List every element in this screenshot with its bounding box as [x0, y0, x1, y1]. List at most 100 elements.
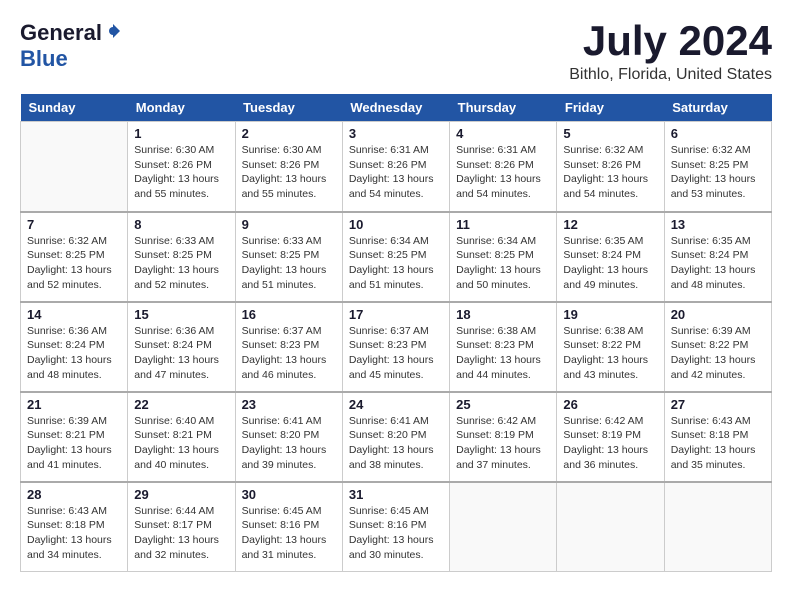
- calendar-cell: [557, 482, 664, 572]
- day-number: 28: [27, 487, 121, 502]
- day-info: Sunrise: 6:35 AM Sunset: 8:24 PM Dayligh…: [563, 234, 657, 293]
- calendar-cell: 31 Sunrise: 6:45 AM Sunset: 8:16 PM Dayli…: [342, 482, 449, 572]
- day-info: Sunrise: 6:31 AM Sunset: 8:26 PM Dayligh…: [349, 143, 443, 202]
- day-info: Sunrise: 6:34 AM Sunset: 8:25 PM Dayligh…: [456, 234, 550, 293]
- day-number: 14: [27, 307, 121, 322]
- day-info: Sunrise: 6:40 AM Sunset: 8:21 PM Dayligh…: [134, 414, 228, 473]
- calendar-cell: 13 Sunrise: 6:35 AM Sunset: 8:24 PM Dayli…: [664, 212, 771, 302]
- day-number: 15: [134, 307, 228, 322]
- day-info: Sunrise: 6:31 AM Sunset: 8:26 PM Dayligh…: [456, 143, 550, 202]
- day-info: Sunrise: 6:33 AM Sunset: 8:25 PM Dayligh…: [242, 234, 336, 293]
- calendar-cell: 22 Sunrise: 6:40 AM Sunset: 8:21 PM Dayli…: [128, 392, 235, 482]
- day-info: Sunrise: 6:36 AM Sunset: 8:24 PM Dayligh…: [27, 324, 121, 383]
- calendar-cell: 10Sunrise: 6:34 AM Sunset: 8:25 PM Dayli…: [342, 212, 449, 302]
- calendar-day-header: Sunday: [21, 94, 128, 122]
- day-number: 23: [242, 397, 336, 412]
- page-header: General Blue July 2024 Bithlo, Florida, …: [20, 20, 772, 84]
- calendar-cell: 19 Sunrise: 6:38 AM Sunset: 8:22 PM Dayli…: [557, 302, 664, 392]
- day-number: 29: [134, 487, 228, 502]
- day-info: Sunrise: 6:32 AM Sunset: 8:26 PM Dayligh…: [563, 143, 657, 202]
- calendar-day-header: Saturday: [664, 94, 771, 122]
- calendar-cell: 27Sunrise: 6:43 AM Sunset: 8:18 PM Dayli…: [664, 392, 771, 482]
- day-number: 25: [456, 397, 550, 412]
- day-number: 16: [242, 307, 336, 322]
- day-info: Sunrise: 6:35 AM Sunset: 8:24 PM Dayligh…: [671, 234, 765, 293]
- day-info: Sunrise: 6:39 AM Sunset: 8:21 PM Dayligh…: [27, 414, 121, 473]
- day-info: Sunrise: 6:32 AM Sunset: 8:25 PM Dayligh…: [671, 143, 765, 202]
- day-info: Sunrise: 6:42 AM Sunset: 8:19 PM Dayligh…: [456, 414, 550, 473]
- calendar-day-header: Thursday: [450, 94, 557, 122]
- location-text: Bithlo, Florida, United States: [569, 66, 772, 84]
- calendar-cell: 17 Sunrise: 6:37 AM Sunset: 8:23 PM Dayli…: [342, 302, 449, 392]
- calendar-cell: 15 Sunrise: 6:36 AM Sunset: 8:24 PM Dayli…: [128, 302, 235, 392]
- day-info: Sunrise: 6:38 AM Sunset: 8:22 PM Dayligh…: [563, 324, 657, 383]
- calendar-day-header: Tuesday: [235, 94, 342, 122]
- calendar-cell: 6 Sunrise: 6:32 AM Sunset: 8:25 PM Daylig…: [664, 122, 771, 212]
- calendar-cell: 20Sunrise: 6:39 AM Sunset: 8:22 PM Dayli…: [664, 302, 771, 392]
- calendar-cell: 28 Sunrise: 6:43 AM Sunset: 8:18 PM Dayli…: [21, 482, 128, 572]
- logo-blue: Blue: [20, 46, 68, 71]
- day-number: 18: [456, 307, 550, 322]
- calendar-table: SundayMondayTuesdayWednesdayThursdayFrid…: [20, 94, 772, 572]
- title-block: July 2024 Bithlo, Florida, United States: [569, 20, 772, 84]
- day-info: Sunrise: 6:41 AM Sunset: 8:20 PM Dayligh…: [349, 414, 443, 473]
- calendar-cell: 5 Sunrise: 6:32 AM Sunset: 8:26 PM Daylig…: [557, 122, 664, 212]
- calendar-cell: 2 Sunrise: 6:30 AM Sunset: 8:26 PM Daylig…: [235, 122, 342, 212]
- calendar-cell: 21 Sunrise: 6:39 AM Sunset: 8:21 PM Dayli…: [21, 392, 128, 482]
- day-info: Sunrise: 6:30 AM Sunset: 8:26 PM Dayligh…: [242, 143, 336, 202]
- day-number: 20: [671, 307, 765, 322]
- calendar-cell: 1 Sunrise: 6:30 AM Sunset: 8:26 PM Daylig…: [128, 122, 235, 212]
- month-year-title: July 2024: [569, 20, 772, 62]
- calendar-cell: 26Sunrise: 6:42 AM Sunset: 8:19 PM Dayli…: [557, 392, 664, 482]
- logo-icon: [104, 22, 122, 40]
- day-number: 9: [242, 217, 336, 232]
- day-info: Sunrise: 6:44 AM Sunset: 8:17 PM Dayligh…: [134, 504, 228, 563]
- day-number: 6: [671, 126, 765, 141]
- calendar-week-row: 28 Sunrise: 6:43 AM Sunset: 8:18 PM Dayli…: [21, 482, 772, 572]
- day-number: 5: [563, 126, 657, 141]
- day-info: Sunrise: 6:45 AM Sunset: 8:16 PM Dayligh…: [242, 504, 336, 563]
- day-info: Sunrise: 6:38 AM Sunset: 8:23 PM Dayligh…: [456, 324, 550, 383]
- day-number: 19: [563, 307, 657, 322]
- calendar-cell: 7 Sunrise: 6:32 AM Sunset: 8:25 PM Daylig…: [21, 212, 128, 302]
- day-number: 11: [456, 217, 550, 232]
- day-number: 31: [349, 487, 443, 502]
- day-info: Sunrise: 6:42 AM Sunset: 8:19 PM Dayligh…: [563, 414, 657, 473]
- day-number: 1: [134, 126, 228, 141]
- day-info: Sunrise: 6:36 AM Sunset: 8:24 PM Dayligh…: [134, 324, 228, 383]
- calendar-cell: 23 Sunrise: 6:41 AM Sunset: 8:20 PM Dayli…: [235, 392, 342, 482]
- day-info: Sunrise: 6:45 AM Sunset: 8:16 PM Dayligh…: [349, 504, 443, 563]
- day-info: Sunrise: 6:43 AM Sunset: 8:18 PM Dayligh…: [671, 414, 765, 473]
- calendar-cell: 9 Sunrise: 6:33 AM Sunset: 8:25 PM Daylig…: [235, 212, 342, 302]
- day-number: 12: [563, 217, 657, 232]
- day-number: 22: [134, 397, 228, 412]
- calendar-cell: 30 Sunrise: 6:45 AM Sunset: 8:16 PM Dayli…: [235, 482, 342, 572]
- calendar-cell: 4Sunrise: 6:31 AM Sunset: 8:26 PM Daylig…: [450, 122, 557, 212]
- day-number: 21: [27, 397, 121, 412]
- day-number: 30: [242, 487, 336, 502]
- day-number: 7: [27, 217, 121, 232]
- calendar-cell: [664, 482, 771, 572]
- calendar-day-header: Monday: [128, 94, 235, 122]
- calendar-cell: 12 Sunrise: 6:35 AM Sunset: 8:24 PM Dayli…: [557, 212, 664, 302]
- day-number: 3: [349, 126, 443, 141]
- calendar-cell: 25 Sunrise: 6:42 AM Sunset: 8:19 PM Dayli…: [450, 392, 557, 482]
- calendar-cell: [21, 122, 128, 212]
- day-info: Sunrise: 6:32 AM Sunset: 8:25 PM Dayligh…: [27, 234, 121, 293]
- calendar-cell: 24 Sunrise: 6:41 AM Sunset: 8:20 PM Dayli…: [342, 392, 449, 482]
- day-info: Sunrise: 6:37 AM Sunset: 8:23 PM Dayligh…: [242, 324, 336, 383]
- calendar-cell: 14 Sunrise: 6:36 AM Sunset: 8:24 PM Dayli…: [21, 302, 128, 392]
- day-number: 24: [349, 397, 443, 412]
- calendar-cell: 11 Sunrise: 6:34 AM Sunset: 8:25 PM Dayli…: [450, 212, 557, 302]
- day-info: Sunrise: 6:37 AM Sunset: 8:23 PM Dayligh…: [349, 324, 443, 383]
- day-info: Sunrise: 6:30 AM Sunset: 8:26 PM Dayligh…: [134, 143, 228, 202]
- calendar-week-row: 14 Sunrise: 6:36 AM Sunset: 8:24 PM Dayli…: [21, 302, 772, 392]
- day-info: Sunrise: 6:41 AM Sunset: 8:20 PM Dayligh…: [242, 414, 336, 473]
- day-number: 8: [134, 217, 228, 232]
- logo: General Blue: [20, 20, 122, 72]
- day-number: 13: [671, 217, 765, 232]
- day-info: Sunrise: 6:43 AM Sunset: 8:18 PM Dayligh…: [27, 504, 121, 563]
- calendar-week-row: 1 Sunrise: 6:30 AM Sunset: 8:26 PM Daylig…: [21, 122, 772, 212]
- day-number: 17: [349, 307, 443, 322]
- day-number: 2: [242, 126, 336, 141]
